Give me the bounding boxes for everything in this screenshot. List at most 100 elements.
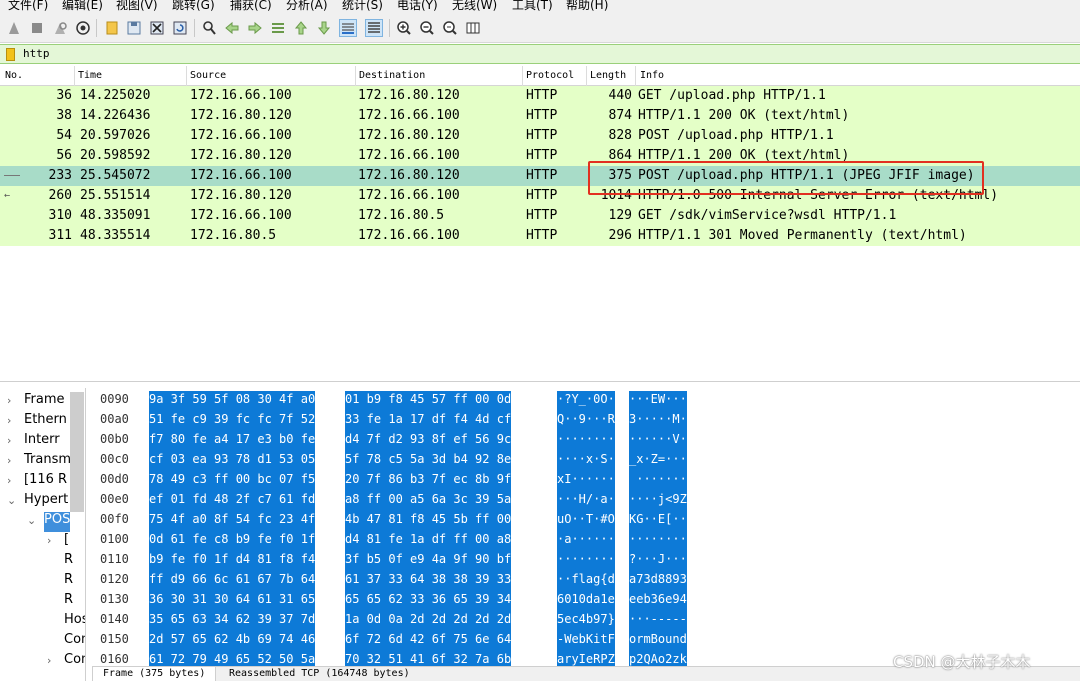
menu-file[interactable]: 文件(F) [8,0,48,13]
menu-capture[interactable]: 捕获(C) [230,0,272,13]
tree-item[interactable]: Con [64,632,85,652]
hex-bytes[interactable]: 3f b5 0f e9 4a 9f 90 bf [345,551,512,571]
hex-bytes[interactable]: 9a 3f 59 5f 08 30 4f a0 [149,391,316,411]
tree-item[interactable]: Transm [24,452,71,472]
tree-item[interactable]: Interr [24,432,60,452]
hex-bytes[interactable]: f7 80 fe a4 17 e3 b0 fe [149,431,316,451]
ascii-bytes[interactable]: ······V· [629,431,687,451]
open-file-icon[interactable] [104,20,120,36]
ascii-bytes[interactable]: ormBound [629,631,687,651]
ascii-bytes[interactable]: -WebKitF [557,631,615,651]
shark-fin-start-icon[interactable] [6,20,22,36]
hex-bytes[interactable]: 51 fe c9 39 fc fc 7f 52 [149,411,316,431]
hex-bytes[interactable]: 35 65 63 34 62 39 37 7d [149,611,316,631]
go-back-icon[interactable] [224,20,240,36]
menu-tools[interactable]: 工具(T) [512,0,553,13]
tree-item[interactable]: POS [44,512,71,532]
hex-bytes[interactable]: 65 65 62 33 36 65 39 34 [345,591,512,611]
menu-wireless[interactable]: 无线(W) [452,0,497,13]
first-packet-icon[interactable] [293,20,309,36]
expand-arrow-icon[interactable]: › [7,414,11,427]
packet-row[interactable]: 311 48.335514 172.16.80.5 172.16.66.100 HTTP… [0,226,1080,246]
ascii-bytes[interactable]: Q··9···R [557,411,615,431]
stop-icon[interactable] [29,20,45,36]
tab-frame-bytes[interactable]: Frame (375 bytes) [92,667,217,681]
expand-arrow-icon[interactable]: › [47,654,51,667]
go-to-packet-icon[interactable] [270,20,286,36]
restart-icon[interactable] [52,20,68,36]
expand-arrow-icon[interactable]: › [47,534,51,547]
hex-bytes[interactable]: 01 b9 f8 45 57 ff 00 0d [345,391,512,411]
collapse-arrow-icon[interactable]: ⌄ [7,494,16,507]
tree-item[interactable]: Hypert [24,492,68,512]
colorize-icon[interactable] [365,19,383,37]
last-packet-icon[interactable] [316,20,332,36]
hex-bytes[interactable]: 4b 47 81 f8 45 5b ff 00 [345,511,512,531]
collapse-arrow-icon[interactable]: ⌄ [27,514,36,527]
ascii-bytes[interactable]: ··flag{d [557,571,615,591]
column-protocol[interactable]: Protocol [526,70,574,81]
menu-analyze[interactable]: 分析(A) [286,0,328,13]
menu-help[interactable]: 帮助(H) [566,0,608,13]
tree-item[interactable]: Ethern [24,412,67,432]
capture-options-icon[interactable] [75,20,91,36]
hex-bytes[interactable]: 61 37 33 64 38 38 39 33 [345,571,512,591]
find-icon[interactable] [201,20,217,36]
menu-go[interactable]: 跳转(G) [172,0,215,13]
ascii-bytes[interactable]: ?···J··· [629,551,687,571]
expand-arrow-icon[interactable]: › [7,474,11,487]
go-forward-icon[interactable] [247,20,263,36]
column-length[interactable]: Length [590,70,626,81]
display-filter-input[interactable]: http [23,47,50,60]
hex-bytes[interactable]: 75 4f a0 8f 54 fc 23 4f [149,511,316,531]
ascii-bytes[interactable]: ·?Y_·0O· [557,391,615,411]
hex-bytes[interactable]: 5f 78 c5 5a 3d b4 92 8e [345,451,512,471]
hex-bytes[interactable]: ff d9 66 6c 61 67 7b 64 [149,571,316,591]
packet-row[interactable]: 36 14.225020 172.16.66.100 172.16.80.120 HTT… [0,86,1080,106]
packet-row[interactable]: 38 14.226436 172.16.80.120 172.16.66.100 HTT… [0,106,1080,126]
hex-bytes[interactable]: b9 fe f0 1f d4 81 f8 f4 [149,551,316,571]
hex-bytes[interactable]: cf 03 ea 93 78 d1 53 05 [149,451,316,471]
tree-item[interactable]: [ [64,532,69,552]
display-filter-bar[interactable]: http [0,44,1080,64]
hex-bytes[interactable]: 33 fe 1a 17 df f4 4d cf [345,411,512,431]
ascii-bytes[interactable]: ····x·S· [557,451,615,471]
ascii-bytes[interactable]: ······· [629,471,687,491]
menu-edit[interactable]: 编辑(E) [62,0,103,13]
hex-bytes[interactable]: 1a 0d 0a 2d 2d 2d 2d 2d [345,611,512,631]
hex-bytes[interactable]: 20 7f 86 b3 7f ec 8b 9f [345,471,512,491]
column-source[interactable]: Source [190,70,226,81]
ascii-bytes[interactable]: ········ [557,551,615,571]
ascii-bytes[interactable]: 5ec4b97} [557,611,615,631]
ascii-bytes[interactable]: ········ [629,531,687,551]
autoscroll-icon[interactable] [339,19,357,37]
ascii-bytes[interactable]: 6010da1e [557,591,615,611]
ascii-bytes[interactable]: xI······ [557,471,615,491]
ascii-bytes[interactable]: uO··T·#O [557,511,615,531]
hex-bytes[interactable]: 0d 61 fe c8 b9 fe f0 1f [149,531,316,551]
expand-arrow-icon[interactable]: › [7,454,11,467]
ascii-bytes[interactable]: ········ [557,431,615,451]
ascii-bytes[interactable]: ·a······ [557,531,615,551]
expand-arrow-icon[interactable]: › [7,394,11,407]
ascii-bytes[interactable]: 3·····M· [629,411,687,431]
tree-item[interactable]: R [64,572,73,592]
menu-statistics[interactable]: 统计(S) [342,0,383,13]
tree-item[interactable]: Con [64,652,85,672]
tree-item[interactable]: Frame [24,392,65,412]
zoom-out-icon[interactable] [419,20,435,36]
ascii-bytes[interactable]: eeb36e94 [629,591,687,611]
packet-bytes-pane[interactable]: 0090 9a 3f 59 5f 08 30 4f a0 01 b9 f8 45 5… [92,388,1080,681]
menu-telephony[interactable]: 电话(Y) [397,0,438,13]
packet-row[interactable]: 54 20.597026 172.16.66.100 172.16.80.120 HTT… [0,126,1080,146]
details-scrollbar[interactable] [70,392,84,512]
ascii-bytes[interactable]: KG··E[·· [629,511,687,531]
zoom-in-icon[interactable] [396,20,412,36]
hex-bytes[interactable]: ef 01 fd 48 2f c7 61 fd [149,491,316,511]
close-file-icon[interactable] [149,20,165,36]
column-time[interactable]: Time [78,70,102,81]
tree-item[interactable]: R [64,552,73,572]
tree-item[interactable]: [116 R [24,472,67,492]
hex-bytes[interactable]: d4 7f d2 93 8f ef 56 9c [345,431,512,451]
save-file-icon[interactable] [126,20,142,36]
